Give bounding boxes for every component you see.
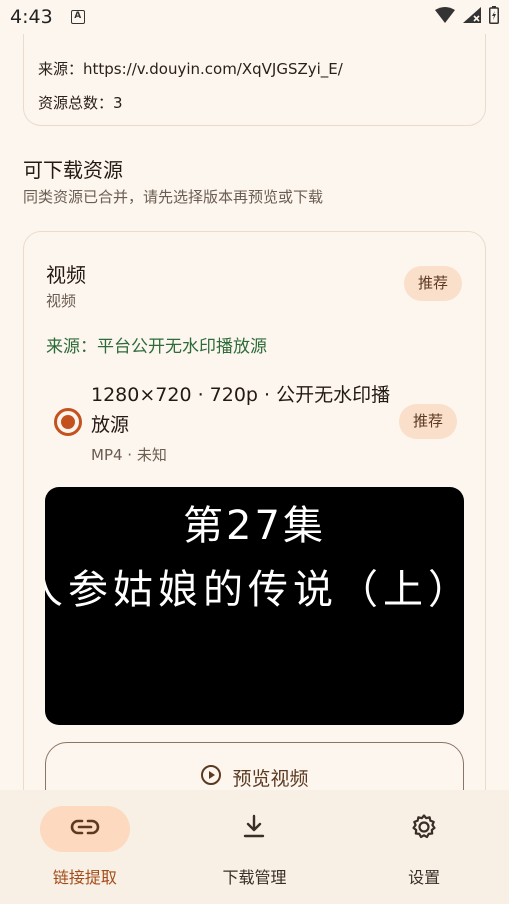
- nav-label-settings: 设置: [408, 868, 441, 887]
- video-thumbnail[interactable]: 第27集 人参姑娘的传说（上）: [45, 487, 464, 725]
- wifi-icon: [435, 7, 455, 27]
- scroll-content[interactable]: 来源：https://v.douyin.com/XqVJGSZyi_E/ 资源总…: [0, 0, 509, 790]
- thumbnail-caption-title: 人参姑娘的传说（上）: [45, 567, 464, 613]
- notification-icon: A: [70, 10, 85, 24]
- resource-type-subtitle: 视频: [46, 292, 77, 310]
- preview-video-button[interactable]: 预览视频: [45, 742, 464, 790]
- preview-video-label: 预览视频: [232, 768, 309, 790]
- section-title: 可下载资源: [23, 158, 123, 182]
- thumbnail-caption-episode: 第27集: [183, 503, 326, 549]
- bottom-navigation: 链接提取 下载管理 设置: [0, 790, 509, 904]
- nav-settings[interactable]: 设置: [339, 790, 509, 904]
- battery-icon: [489, 6, 499, 28]
- radio-selected-icon[interactable]: [54, 408, 82, 436]
- option-recommended-badge: 推荐: [399, 404, 458, 439]
- resource-type-title: 视频: [46, 263, 86, 287]
- nav-settings-pill[interactable]: [379, 806, 469, 852]
- play-circle-icon: [200, 764, 222, 786]
- resource-count: 资源总数：3: [38, 94, 123, 112]
- version-option-title: 1280×720 · 720p · 公开无水印播放源: [91, 384, 391, 436]
- resource-source: 来源：平台公开无水印播放源: [46, 337, 267, 357]
- nav-active-indicator[interactable]: [39, 806, 130, 852]
- section-subtitle: 同类资源已合并，请先选择版本再预览或下载: [23, 188, 324, 206]
- nav-label-link-extract: 链接提取: [52, 868, 117, 887]
- nav-link-extract[interactable]: 链接提取: [0, 790, 170, 904]
- nav-label-download-manager: 下载管理: [222, 868, 287, 887]
- nav-download-pill[interactable]: [209, 806, 299, 852]
- recommended-badge: 推荐: [404, 266, 463, 301]
- resource-card: 视频 视频 推荐 来源：平台公开无水印播放源 1280×720 · 720p ·…: [23, 231, 486, 790]
- gear-icon: [410, 813, 438, 845]
- nav-download-manager[interactable]: 下载管理: [170, 790, 340, 904]
- status-bar: 4:43 A: [0, 0, 509, 34]
- download-icon: [242, 814, 266, 844]
- signal-icon: [463, 7, 481, 27]
- status-time: 4:43: [10, 6, 53, 28]
- version-option-meta: MP4 · 未知: [91, 446, 167, 464]
- source-url: 来源：https://v.douyin.com/XqVJGSZyi_E/: [38, 60, 343, 78]
- link-icon: [70, 818, 100, 840]
- version-option[interactable]: 1280×720 · 720p · 公开无水印播放源 MP4 · 未知 推荐: [46, 380, 466, 470]
